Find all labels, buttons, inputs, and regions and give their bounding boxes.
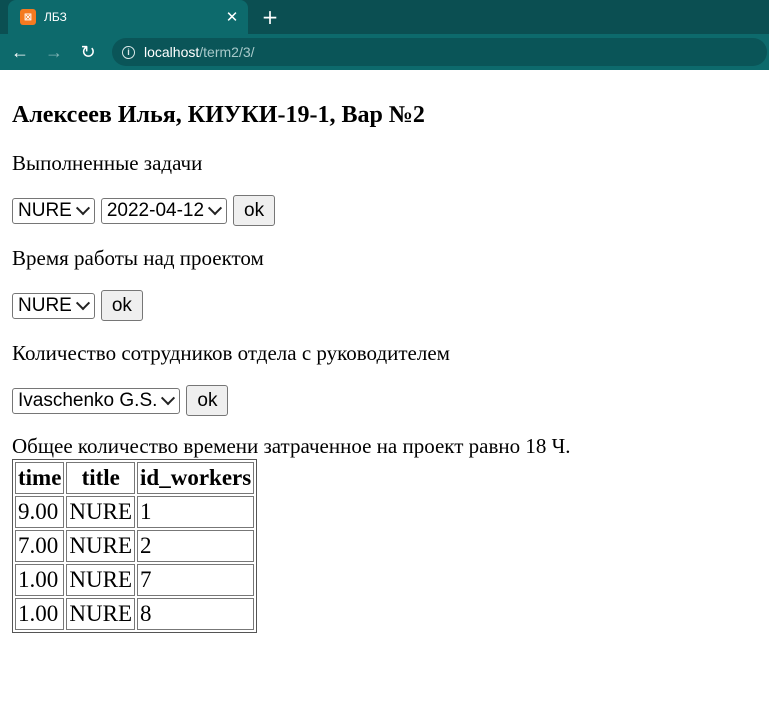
ok-button[interactable]: ok xyxy=(186,385,229,416)
table-cell: 1 xyxy=(137,496,255,528)
table-row: 9.00 NURE 1 xyxy=(15,496,255,528)
department-count-label: Количество сотрудников отдела с руководи… xyxy=(12,341,450,365)
department-count-form: Ivaschenko G.S. ok xyxy=(12,385,757,416)
table-cell: 1.00 xyxy=(15,564,65,596)
manager-select-value: Ivaschenko G.S. xyxy=(18,389,158,411)
column-header: id_workers xyxy=(137,462,255,494)
ok-button[interactable]: ok xyxy=(100,290,143,321)
date-select[interactable]: 2022-04-12 xyxy=(100,197,228,224)
browser-toolbar: ← → ↻ i localhost/term2/3/ xyxy=(0,34,769,70)
table-row: 1.00 NURE 8 xyxy=(15,598,255,630)
table-cell: NURE xyxy=(66,530,136,562)
browser-tab-bar: ⊠ ЛБЗ ✕ + xyxy=(0,0,769,34)
table-cell: 9.00 xyxy=(15,496,65,528)
manager-select[interactable]: Ivaschenko G.S. xyxy=(12,387,181,414)
table-cell: NURE xyxy=(66,564,136,596)
table-cell: NURE xyxy=(66,598,136,630)
project-time-form: NURE ok xyxy=(12,290,757,321)
tab-title: ЛБЗ xyxy=(44,10,67,24)
browser-tab[interactable]: ⊠ ЛБЗ ✕ xyxy=(8,0,248,34)
url-host: localhost xyxy=(144,44,200,60)
total-time-summary: Общее количество времени затраченное на … xyxy=(12,434,571,458)
address-bar[interactable]: i localhost/term2/3/ xyxy=(112,38,767,66)
table-cell: NURE xyxy=(66,496,136,528)
chevron-down-icon xyxy=(75,295,90,310)
xampp-favicon-icon: ⊠ xyxy=(20,9,36,25)
column-header: title xyxy=(66,462,136,494)
chevron-down-icon xyxy=(75,200,90,215)
chevron-down-icon xyxy=(161,390,176,405)
project-time-label: Время работы над проектом xyxy=(12,246,264,270)
table-row: 1.00 NURE 7 xyxy=(15,564,255,596)
page-content: Алексеев Илья, КИУКИ-19-1, Вар №2 Выполн… xyxy=(0,100,769,633)
column-header: time xyxy=(15,462,65,494)
table-cell: 8 xyxy=(137,598,255,630)
date-select-value: 2022-04-12 xyxy=(106,199,205,221)
url-path: /term2/3/ xyxy=(199,44,255,60)
completed-tasks-form: NURE 2022-04-12 ok xyxy=(12,195,757,226)
results-table: time title id_workers 9.00 NURE 1 7.00 N… xyxy=(12,459,258,633)
new-tab-icon[interactable]: + xyxy=(258,5,282,29)
reload-icon[interactable]: ↻ xyxy=(74,38,102,66)
forward-arrow-icon[interactable]: → xyxy=(40,38,68,66)
back-arrow-icon[interactable]: ← xyxy=(6,38,34,66)
table-cell: 7 xyxy=(137,564,255,596)
table-cell: 1.00 xyxy=(15,598,65,630)
completed-tasks-label: Выполненные задачи xyxy=(12,151,203,175)
ok-button[interactable]: ok xyxy=(233,195,276,226)
project-select[interactable]: NURE xyxy=(12,292,95,319)
project-select-value: NURE xyxy=(18,294,72,316)
table-cell: 7.00 xyxy=(15,530,65,562)
chevron-down-icon xyxy=(207,200,223,215)
project-select-value: NURE xyxy=(18,199,72,221)
table-cell: 2 xyxy=(137,530,255,562)
table-row: 7.00 NURE 2 xyxy=(15,530,255,562)
table-header-row: time title id_workers xyxy=(15,462,255,494)
close-icon[interactable]: ✕ xyxy=(224,9,240,26)
page-title: Алексеев Илья, КИУКИ-19-1, Вар №2 xyxy=(12,102,425,128)
info-icon[interactable]: i xyxy=(122,45,135,59)
project-select[interactable]: NURE xyxy=(12,197,95,224)
